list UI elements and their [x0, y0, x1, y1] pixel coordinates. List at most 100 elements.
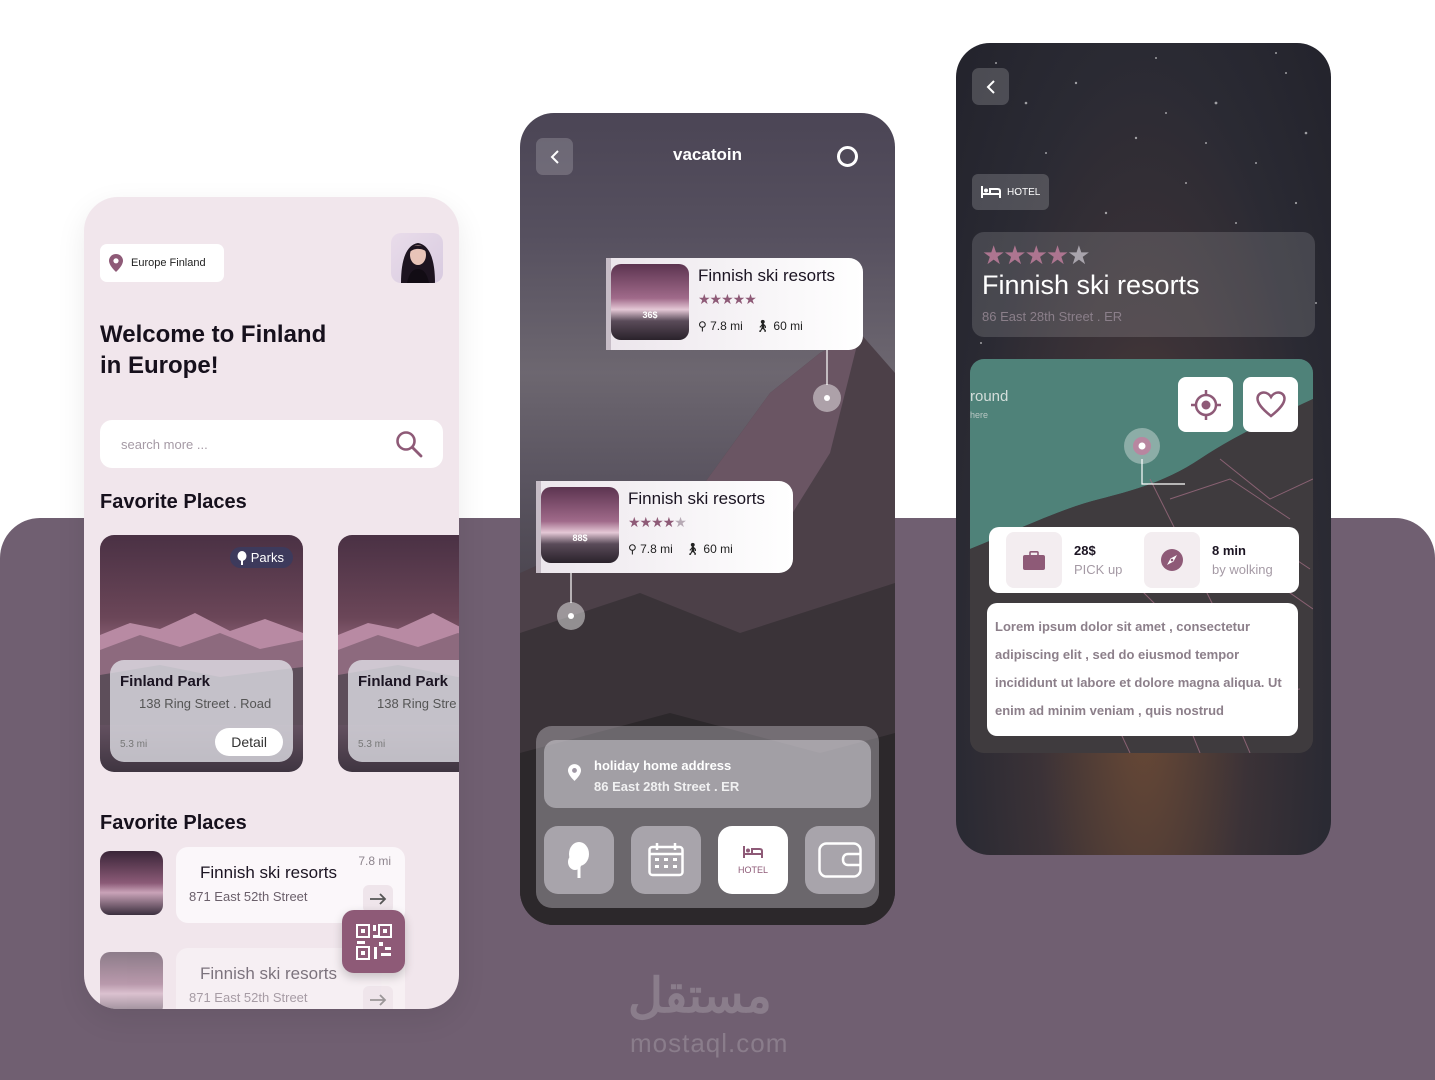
place-info-panel: Finland Park 138 Ring Street . Road 5.3 … — [110, 660, 293, 762]
briefcase-icon — [1006, 532, 1062, 588]
list-item-title: Finnish ski resorts — [200, 964, 337, 983]
tab-calendar[interactable] — [631, 826, 701, 894]
place-info-panel: Finland Park 138 Ring Stre 5.3 mi — [348, 660, 459, 762]
welcome-line-2: in Europe! — [100, 352, 219, 379]
calendar-icon — [648, 843, 684, 877]
star-rating: ★★★★★ — [982, 240, 1091, 270]
category-badge: Parks — [229, 547, 293, 568]
resort-card[interactable]: 36$ Finnish ski resorts ★★★★★ ⚲ 7.8 mi 🚶… — [606, 258, 863, 350]
place-card[interactable]: Parks Finland Park 138 Ring Street . Roa… — [100, 535, 303, 772]
bed-icon — [743, 846, 763, 858]
place-title: Finland Park — [358, 673, 449, 690]
bottom-tabs: HOTEL — [544, 826, 875, 894]
watermark: mostaql.com — [630, 1028, 789, 1058]
time-info: 8 min by wolking — [1144, 527, 1273, 593]
tab-park[interactable] — [544, 826, 614, 894]
resort-thumbnail — [100, 851, 163, 915]
detail-button[interactable]: Detail — [215, 728, 283, 756]
hotel-title: Finnish ski resorts — [982, 270, 1200, 300]
distance-value: 60 mi — [703, 542, 733, 556]
place-address: 138 Ring Stre — [377, 696, 457, 711]
location-chip[interactable]: Europe Finland — [100, 244, 224, 282]
tab-hotel-label: HOTEL — [737, 865, 768, 875]
bed-icon — [981, 186, 1001, 198]
back-button[interactable] — [972, 68, 1009, 105]
connector-line — [570, 573, 572, 603]
map-pin[interactable] — [557, 602, 585, 630]
time-label: by wolking — [1212, 562, 1273, 577]
star-rating: ★★★★★ — [628, 514, 687, 530]
list-item-distance: 7.8 mi — [358, 854, 391, 868]
place-distance: 5.3 mi — [358, 739, 386, 750]
distance-value: 7.8 mi — [710, 319, 743, 333]
map-label-small: here — [970, 410, 988, 420]
search-icon[interactable] — [395, 430, 423, 458]
map-label: round — [970, 388, 1008, 405]
vacation-screen: vacatoin 36$ Finnish ski resorts ★★★★★ ⚲… — [520, 113, 895, 925]
list-item-address: 871 East 52th Street — [189, 889, 308, 904]
locate-button[interactable] — [1178, 377, 1233, 432]
map-pin[interactable] — [813, 384, 841, 412]
welcome-line-1: Welcome to Finland — [100, 321, 327, 348]
place-distance: 5.3 mi — [120, 739, 148, 750]
pin-icon: ⚲ 7.8 mi — [698, 319, 743, 333]
avatar[interactable] — [391, 233, 443, 283]
tab-hotel[interactable]: HOTEL — [718, 826, 788, 894]
bottom-panel: holiday home address 86 East 28th Street… — [536, 726, 879, 908]
search-field[interactable]: search more ... — [100, 420, 443, 468]
wallet-icon — [818, 842, 862, 878]
resort-thumbnail — [541, 487, 619, 563]
trip-info-card: 28$ PICK up 8 min by wolking — [989, 527, 1299, 593]
status-ring-icon[interactable] — [837, 146, 858, 167]
resort-thumbnail — [611, 264, 689, 340]
location-pin-icon — [568, 764, 581, 781]
star-rating: ★★★★★ — [698, 291, 757, 307]
qr-code-icon — [355, 923, 392, 960]
price-info: 28$ PICK up — [1006, 527, 1122, 593]
welcome-heading: Welcome to Finland in Europe! — [100, 319, 380, 381]
time-value: 8 min — [1212, 543, 1246, 558]
resort-title: Finnish ski resorts — [698, 266, 835, 285]
list-item-address: 871 East 52th Street — [189, 990, 308, 1005]
price-value: 28$ — [1074, 543, 1096, 558]
description-text: Lorem ipsum dolor sit amet , consectetur… — [987, 603, 1298, 736]
resort-price: 88$ — [572, 533, 588, 543]
location-label: Europe Finland — [131, 257, 206, 269]
hotel-badge-label: HOTEL — [1007, 186, 1041, 198]
resort-distances: ⚲ 7.8 mi 🚶︎ 60 mi — [698, 319, 803, 333]
walk-icon: 🚶︎ 60 mi — [684, 542, 733, 556]
location-pin-icon — [109, 254, 123, 272]
favorite-button[interactable] — [1243, 377, 1298, 432]
section-title-favorites: Favorite Places — [100, 491, 247, 513]
section-title-favorites-2: Favorite Places — [100, 812, 247, 834]
address-label: holiday home address — [594, 758, 732, 773]
tree-icon — [568, 842, 589, 878]
arrow-right-icon[interactable] — [363, 885, 393, 913]
watermark-arabic: مستقل — [628, 970, 772, 1023]
price-label: PICK up — [1074, 562, 1123, 577]
connector-line — [826, 350, 828, 385]
crosshair-icon — [1190, 389, 1221, 420]
hotel-address: 86 East 28th Street . ER — [982, 309, 1123, 324]
address-value: 86 East 28th Street . ER — [594, 779, 740, 794]
pin-icon: ⚲ 7.8 mi — [628, 542, 673, 556]
qr-scan-button[interactable] — [342, 910, 405, 973]
resort-title: Finnish ski resorts — [628, 489, 765, 508]
tree-icon — [237, 550, 247, 565]
place-card[interactable]: Finland Park 138 Ring Stre 5.3 mi — [338, 535, 459, 772]
chevron-left-icon — [986, 79, 995, 94]
hotel-badge: HOTEL — [972, 174, 1050, 210]
category-badge-label: Parks — [250, 550, 284, 565]
arrow-right-icon[interactable] — [363, 986, 393, 1009]
resort-thumbnail — [100, 952, 163, 1009]
heart-icon — [1255, 391, 1286, 418]
resort-card[interactable]: 88$ Finnish ski resorts ★★★★★ ⚲ 7.8 mi 🚶… — [536, 481, 793, 573]
place-title: Finland Park — [120, 673, 211, 690]
list-item-title: Finnish ski resorts — [200, 863, 337, 882]
distance-value: 7.8 mi — [640, 542, 673, 556]
address-field[interactable]: holiday home address 86 East 28th Street… — [544, 740, 871, 808]
tab-wallet[interactable] — [805, 826, 875, 894]
search-placeholder: search more ... — [121, 436, 208, 452]
place-address: 138 Ring Street . Road — [139, 696, 272, 711]
home-screen: Europe Finland Welcome to Finland in Eur… — [84, 197, 459, 1009]
